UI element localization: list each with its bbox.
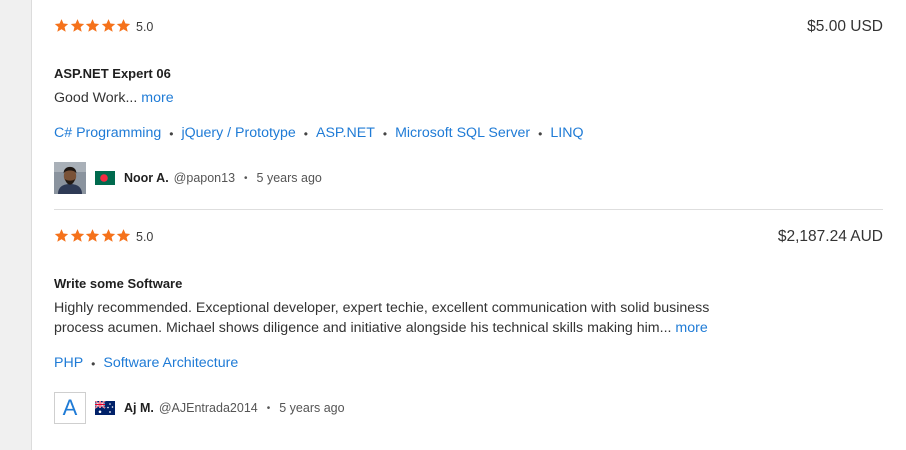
separator-dot: • — [169, 127, 174, 141]
star-icon — [85, 18, 100, 33]
star-rating — [54, 228, 132, 243]
reviewer-handle[interactable]: @AJEntrada2014 — [159, 401, 258, 415]
skill-link[interactable]: Software Architecture — [103, 355, 238, 371]
star-rating — [54, 18, 132, 33]
star-icon — [101, 18, 116, 33]
rating-score: 5.0 — [136, 230, 154, 244]
review-text: Good Work... more — [54, 88, 714, 108]
review-description: Good Work... — [54, 90, 138, 106]
star-icon — [54, 18, 69, 33]
rating-row: 5.0 $2,187.24 AUD — [54, 228, 883, 248]
rating-score: 5.0 — [136, 20, 154, 34]
skill-link[interactable]: PHP — [54, 355, 83, 371]
star-icon — [85, 228, 100, 243]
australia-flag-icon — [95, 401, 115, 415]
separator-dot: • — [382, 127, 388, 141]
reviewer-info: A Aj M. @AJEntrada2014 • 5 years ago — [54, 392, 345, 424]
bangladesh-flag-icon — [95, 171, 115, 185]
review-time: 5 years ago — [279, 401, 345, 415]
separator-dot: • — [91, 357, 96, 371]
star-icon — [116, 18, 131, 33]
star-icon — [116, 228, 131, 243]
skill-link[interactable]: ASP.NET — [316, 125, 375, 141]
reviewer-name[interactable]: Aj M. — [124, 401, 154, 415]
skills-list: C# Programming • jQuery / Prototype • AS… — [54, 125, 584, 141]
skill-link[interactable]: LINQ — [550, 125, 583, 141]
more-link[interactable]: more — [141, 90, 173, 106]
rating-row: 5.0 $5.00 USD — [54, 18, 883, 38]
avatar[interactable] — [54, 162, 86, 194]
skills-list: PHP • Software Architecture — [54, 355, 238, 371]
avatar[interactable]: A — [54, 392, 86, 424]
skill-link[interactable]: jQuery / Prototype — [181, 125, 295, 141]
review-time: 5 years ago — [256, 171, 322, 185]
review-card: 5.0 $5.00 USD ASP.NET Expert 06 Good Wor… — [54, 0, 883, 210]
star-icon — [70, 18, 85, 33]
more-link[interactable]: more — [675, 320, 707, 336]
separator-dot: • — [538, 127, 543, 141]
project-price: $2,187.24 AUD — [777, 228, 883, 245]
skill-link[interactable]: C# Programming — [54, 125, 161, 141]
star-icon — [70, 228, 85, 243]
star-icon — [54, 228, 69, 243]
separator-dot: • — [266, 402, 271, 414]
review-text: Highly recommended. Exceptional develope… — [54, 298, 714, 338]
star-icon — [101, 228, 116, 243]
review-card: 5.0 $2,187.24 AUD Write some Software Hi… — [54, 210, 883, 450]
project-price: $5.00 USD — [807, 18, 883, 35]
skill-link[interactable]: Microsoft SQL Server — [395, 125, 530, 141]
reviewer-handle[interactable]: @papon13 — [174, 171, 235, 185]
separator-dot: • — [303, 127, 308, 141]
project-title: Write some Software — [54, 276, 183, 291]
reviewer-name[interactable]: Noor A. — [124, 171, 169, 185]
reviews-panel: 5.0 $5.00 USD ASP.NET Expert 06 Good Wor… — [32, 0, 906, 450]
separator-dot: • — [244, 172, 248, 184]
review-description: Highly recommended. Exceptional develope… — [54, 300, 710, 336]
project-title: ASP.NET Expert 06 — [54, 66, 171, 81]
reviewer-info: Noor A. @papon13 • 5 years ago — [54, 162, 322, 194]
